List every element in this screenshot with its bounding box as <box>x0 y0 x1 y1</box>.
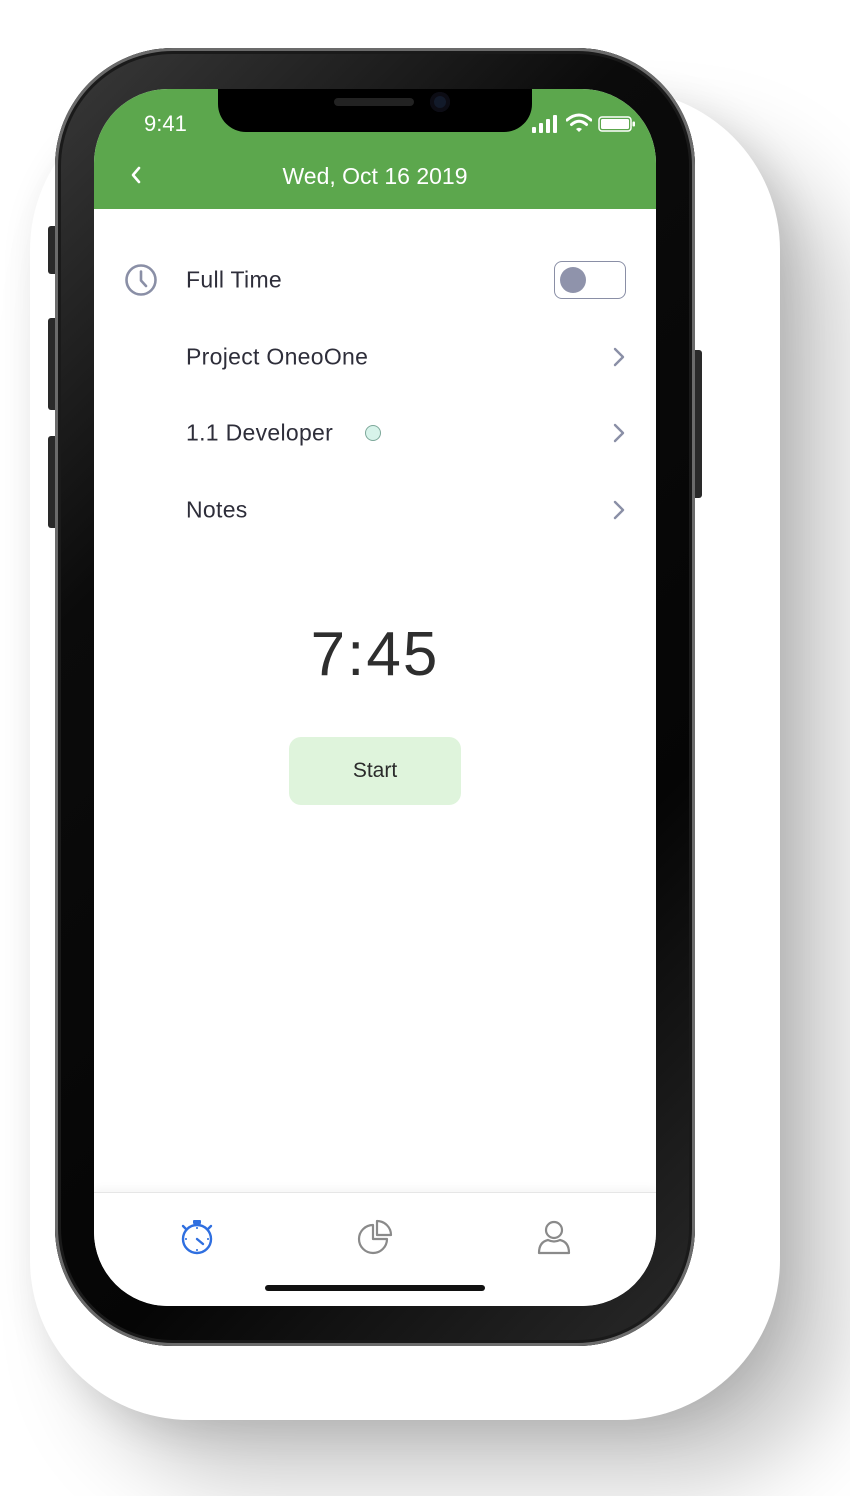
wifi-icon <box>566 113 592 132</box>
clock-icon <box>125 264 157 296</box>
timer-display: 7:45 <box>310 620 440 689</box>
tab-timer[interactable] <box>175 1215 219 1259</box>
pie-chart-icon <box>357 1219 393 1255</box>
toggle-knob <box>560 267 586 293</box>
start-button[interactable]: Start <box>289 737 461 805</box>
profile-icon <box>537 1220 571 1255</box>
chevron-right-icon <box>613 500 625 520</box>
role-color-dot <box>365 425 381 441</box>
full-time-row: Full Time <box>94 250 656 310</box>
stopwatch-icon <box>181 1220 213 1255</box>
tab-reports[interactable] <box>353 1215 397 1259</box>
notch-speaker <box>334 98 414 106</box>
home-indicator <box>265 1285 485 1291</box>
status-time: 9:41 <box>144 111 187 136</box>
project-label: Project OneoOne <box>186 343 369 370</box>
role-label: 1.1 Developer <box>186 419 334 446</box>
tab-profile[interactable] <box>532 1215 576 1259</box>
phone-notch <box>218 89 532 132</box>
chevron-right-icon <box>613 347 625 367</box>
role-row[interactable]: 1.1 Developer <box>94 403 656 463</box>
full-time-toggle[interactable] <box>554 261 626 299</box>
page-title: Wed, Oct 16 2019 <box>282 163 468 189</box>
chevron-right-icon <box>613 423 625 443</box>
full-time-label: Full Time <box>186 266 282 293</box>
phone-screen: 9:41 Wed, Oct 16 2019 Full Time Project … <box>94 89 656 1306</box>
notes-label: Notes <box>186 496 248 523</box>
signal-icon <box>532 115 557 133</box>
app-header: 9:41 Wed, Oct 16 2019 <box>94 89 656 209</box>
battery-icon <box>598 116 635 132</box>
notch-camera <box>430 92 450 112</box>
status-icons <box>532 113 636 133</box>
project-row[interactable]: Project OneoOne <box>94 327 656 387</box>
notes-row[interactable]: Notes <box>94 480 656 540</box>
